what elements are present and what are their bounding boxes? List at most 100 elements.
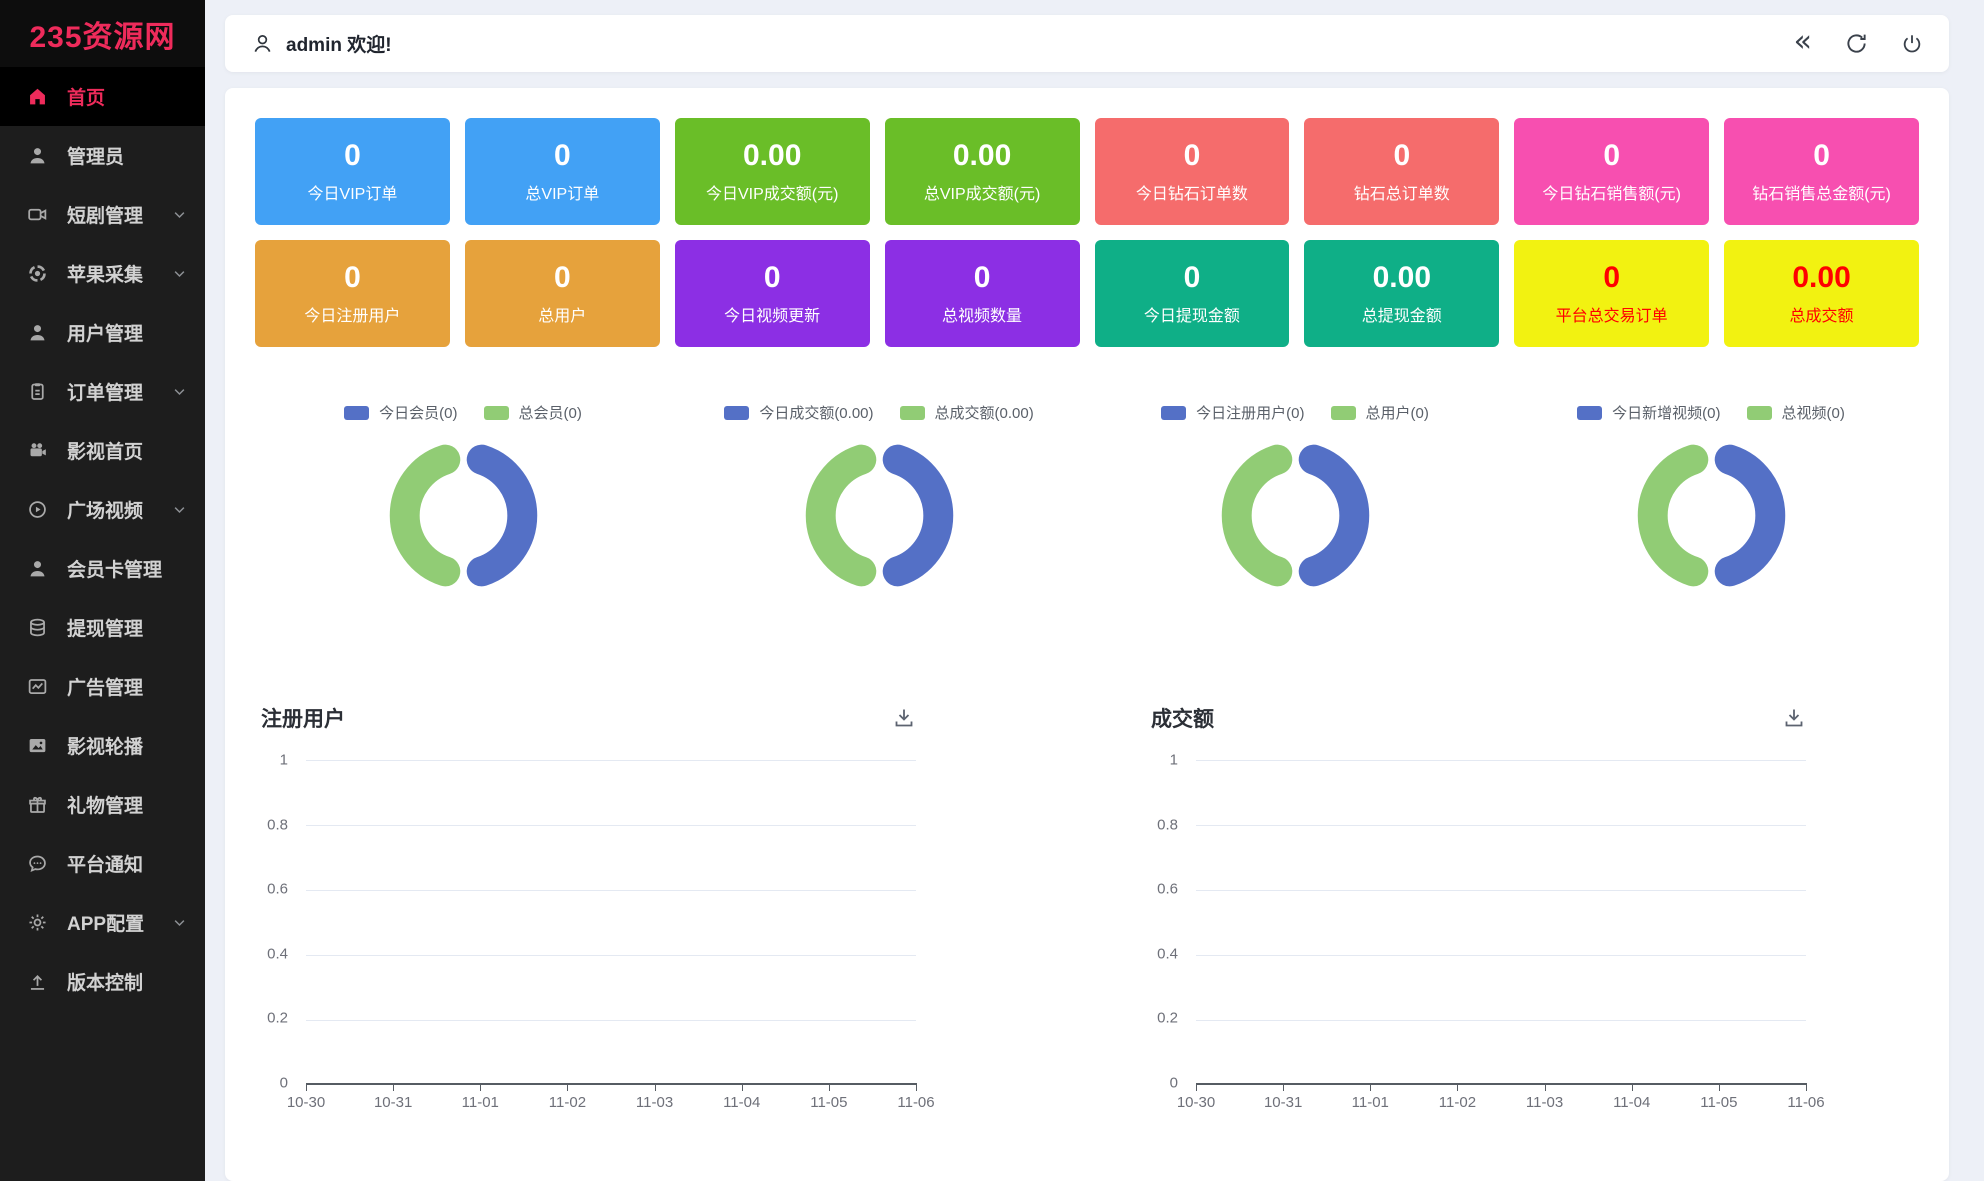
x-axis-tick-label: 11-01 <box>462 1094 499 1111</box>
sidebar-item-label: 用户管理 <box>67 319 143 346</box>
sidebar-item-admin[interactable]: 管理员 <box>0 126 205 185</box>
stat-value: 0 <box>1393 141 1410 171</box>
x-axis-tick-label: 10-31 <box>1264 1094 1302 1111</box>
x-axis-tick-label: 11-06 <box>1787 1094 1824 1111</box>
sidebar-item-home[interactable]: 首页 <box>0 67 205 126</box>
legend-label: 总用户(0) <box>1366 402 1429 423</box>
chart-plot-area: 10.80.60.40.20 10-3010-3111-0111-0211-03… <box>1151 760 1806 1114</box>
ad-image-icon <box>26 676 48 698</box>
stat-card: 0总用户 <box>465 240 660 347</box>
chart-plot-area: 10.80.60.40.20 10-3010-3111-0111-0211-03… <box>261 760 916 1114</box>
y-axis-tick-label: 0.8 <box>267 816 288 833</box>
user-icon <box>251 32 274 55</box>
stat-card: 0今日VIP订单 <box>255 118 450 225</box>
legend-item[interactable]: 总用户(0) <box>1331 402 1429 423</box>
legend-item[interactable]: 总成交额(0.00) <box>900 402 1034 423</box>
axis-tick <box>567 1083 568 1091</box>
x-axis-tick-label: 11-05 <box>810 1094 847 1111</box>
chevron-down-icon <box>172 384 187 399</box>
y-axis-labels: 10.80.60.40.20 <box>254 760 296 1083</box>
stat-card: 0今日注册用户 <box>255 240 450 347</box>
y-axis-tick-label: 1 <box>1170 752 1178 769</box>
gear-icon <box>26 912 48 934</box>
stat-value: 0 <box>1603 141 1620 171</box>
refresh-icon[interactable] <box>1845 32 1868 55</box>
legend-item[interactable]: 总视频(0) <box>1747 402 1845 423</box>
x-axis-tick-label: 11-06 <box>897 1094 934 1111</box>
user-icon <box>26 322 48 344</box>
y-axis-tick-label: 0.2 <box>1157 1010 1178 1027</box>
power-icon[interactable] <box>1901 33 1923 55</box>
gridline <box>1196 825 1806 826</box>
play-circle-icon <box>26 499 48 521</box>
clipboard-icon <box>26 381 48 403</box>
sidebar-item-label: 提现管理 <box>67 614 143 641</box>
sidebar-item-member-card[interactable]: 会员卡管理 <box>0 539 205 598</box>
x-axis-tick-label: 11-01 <box>1352 1094 1389 1111</box>
legend-item[interactable]: 今日新增视频(0) <box>1577 402 1720 423</box>
y-axis-tick-label: 0.8 <box>1157 816 1178 833</box>
stat-value: 0 <box>764 263 781 293</box>
donut-chart-turnover: 今日成交额(0.00) 总成交额(0.00) <box>671 402 1087 598</box>
sidebar-item-movie-home[interactable]: 影视首页 <box>0 421 205 480</box>
stat-card: 0今日视频更新 <box>675 240 870 347</box>
legend-swatch <box>1577 406 1602 420</box>
donut-ring <box>1629 433 1794 598</box>
line-chart-turnover: 成交额 10.80.60.40.20 10-3010-3111-0111-0 <box>1151 703 1806 1114</box>
donut-ring <box>797 433 962 598</box>
legend-swatch <box>1331 406 1356 420</box>
top-bar-actions: « <box>1794 31 1923 57</box>
legend-swatch <box>344 406 369 420</box>
y-axis-tick-label: 0 <box>280 1075 288 1092</box>
sidebar-item-apple-collect[interactable]: 苹果采集 <box>0 244 205 303</box>
axis-tick <box>480 1083 481 1091</box>
axis-tick <box>829 1083 830 1091</box>
gridline <box>1196 760 1806 761</box>
legend-item[interactable]: 今日注册用户(0) <box>1161 402 1304 423</box>
stat-label: 今日钻石订单数 <box>1136 187 1248 203</box>
donut-ring <box>381 433 546 598</box>
y-axis-tick-label: 0.2 <box>267 1010 288 1027</box>
x-axis-tick-label: 11-03 <box>1526 1094 1563 1111</box>
sidebar-item-movie-carousel[interactable]: 影视轮播 <box>0 716 205 775</box>
gridline <box>306 825 916 826</box>
legend-item[interactable]: 今日会员(0) <box>344 402 457 423</box>
sidebar-item-version-control[interactable]: 版本控制 <box>0 952 205 1011</box>
collapse-icon[interactable]: « <box>1794 27 1812 57</box>
sidebar-item-label: 平台通知 <box>67 850 143 877</box>
y-axis-tick-label: 0.4 <box>267 945 288 962</box>
legend-swatch <box>1161 406 1186 420</box>
axis-tick <box>1370 1083 1371 1091</box>
axis-tick <box>393 1083 394 1091</box>
download-icon[interactable] <box>892 706 916 730</box>
stat-card: 0.00总VIP成交额(元) <box>885 118 1080 225</box>
legend-item[interactable]: 今日成交额(0.00) <box>724 402 873 423</box>
legend-swatch <box>900 406 925 420</box>
legend-item[interactable]: 总会员(0) <box>484 402 582 423</box>
sidebar-item-order-management[interactable]: 订单管理 <box>0 362 205 421</box>
sidebar-item-withdraw-management[interactable]: 提现管理 <box>0 598 205 657</box>
axis-tick <box>1283 1083 1284 1091</box>
x-axis-tick-label: 10-30 <box>1177 1094 1215 1111</box>
sidebar-item-drama-management[interactable]: 短剧管理 <box>0 185 205 244</box>
x-axis-tick-label: 11-02 <box>1439 1094 1476 1111</box>
donut-chart-registered-users: 今日注册用户(0) 总用户(0) <box>1087 402 1503 598</box>
sidebar-item-user-management[interactable]: 用户管理 <box>0 303 205 362</box>
legend-label: 总会员(0) <box>519 402 582 423</box>
stat-label: 今日提现金额 <box>1144 309 1240 325</box>
sidebar-item-gift-management[interactable]: 礼物管理 <box>0 775 205 834</box>
chart-title: 注册用户 <box>261 703 345 733</box>
chart-legend: 今日注册用户(0) 总用户(0) <box>1161 402 1429 423</box>
download-icon[interactable] <box>1782 706 1806 730</box>
stat-card: 0总视频数量 <box>885 240 1080 347</box>
stat-label: 今日注册用户 <box>304 309 400 325</box>
sidebar-item-platform-notice[interactable]: 平台通知 <box>0 834 205 893</box>
stat-label: 钻石总订单数 <box>1354 187 1450 203</box>
sidebar-item-ad-management[interactable]: 广告管理 <box>0 657 205 716</box>
main-area: admin 欢迎! « 0今日VIP订单0总VIP订单0.00今日VIP成交额(… <box>205 0 1984 1181</box>
sidebar-item-square-video[interactable]: 广场视频 <box>0 480 205 539</box>
sidebar-item-app-config[interactable]: APP配置 <box>0 893 205 952</box>
donut-chart-members: 今日会员(0) 总会员(0) <box>255 402 671 598</box>
axis-tick <box>1457 1083 1458 1091</box>
sidebar-item-label: 短剧管理 <box>67 201 143 228</box>
